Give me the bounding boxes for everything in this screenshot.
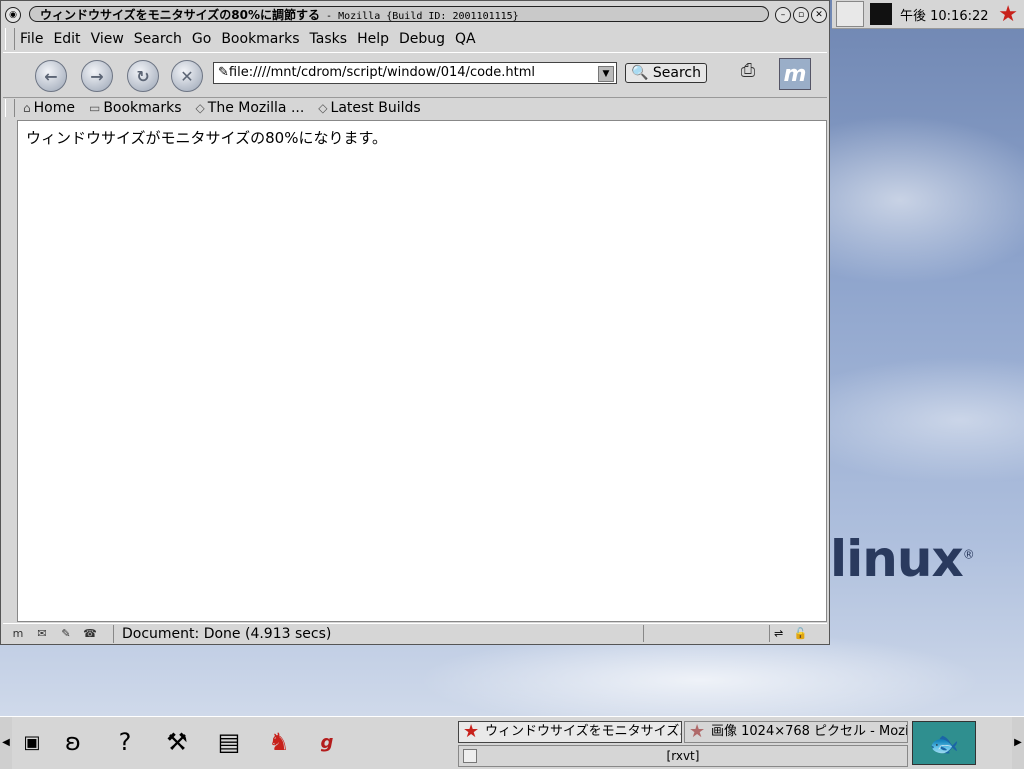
menu-search[interactable]: Search <box>129 31 187 47</box>
url-dropdown-icon[interactable]: ▼ <box>598 66 614 82</box>
panel-computer-icon[interactable]: ▣ <box>14 721 50 763</box>
menubar: File Edit View Search Go Bookmarks Tasks… <box>3 27 827 51</box>
panel-hide-right-icon[interactable]: ▶ <box>1012 717 1024 769</box>
print-icon[interactable]: ⎙ <box>729 60 767 86</box>
maximize-icon[interactable]: ▫ <box>793 7 809 23</box>
online-icon[interactable]: ⇌ <box>774 627 783 640</box>
mozilla-window: ◉ ウィンドウサイズをモニタサイズの80%に調節する - Mozilla {Bu… <box>0 0 830 645</box>
status-progress <box>643 625 768 642</box>
mozilla-star-icon: ★ <box>689 721 706 742</box>
bookmark-icon: ◇ <box>195 101 205 115</box>
window-menu-icon[interactable]: ◉ <box>5 7 21 23</box>
terminal-icon[interactable]: ▤ <box>208 721 250 763</box>
sidebar-grip[interactable] <box>3 120 15 622</box>
bookmark-folder[interactable]: ▭ Bookmarks <box>89 100 182 116</box>
top-panel: 午後 10:16:22 ★ <box>832 0 1024 29</box>
pager-icon[interactable] <box>870 3 892 25</box>
fish-applet-icon[interactable]: 🐟 <box>912 721 976 765</box>
forward-button[interactable]: → <box>81 60 113 92</box>
lock-icon[interactable]: 🔓 <box>794 627 808 640</box>
stop-button[interactable]: ✕ <box>171 60 203 92</box>
back-button[interactable]: ← <box>35 60 67 92</box>
folder-icon: ▭ <box>88 101 101 115</box>
page-content: ウィンドウサイズがモニタサイズの80%になります。 <box>17 120 827 622</box>
status-text: Document: Done (4.913 secs) <box>113 625 331 643</box>
panel-slot[interactable] <box>836 1 864 27</box>
minimize-icon[interactable]: – <box>775 7 791 23</box>
menu-edit[interactable]: Edit <box>48 31 85 47</box>
online-lock-area: ⇌ 🔓 <box>769 625 826 642</box>
menu-qa[interactable]: QA <box>450 31 481 47</box>
statusbar: m ✉ ✎ ☎ Document: Done (4.913 secs) ⇌ 🔓 <box>3 623 827 644</box>
search-button[interactable]: 🔍 Search <box>625 63 707 83</box>
menu-go[interactable]: Go <box>187 31 216 47</box>
bookmark-mozilla[interactable]: ◇ The Mozilla ... <box>196 100 305 116</box>
mozilla-icon[interactable]: ♞ <box>258 721 300 763</box>
stop-icon: ✕ <box>180 66 194 86</box>
titlebar[interactable]: ◉ ウィンドウサイズをモニタサイズの80%に調節する - Mozilla {Bu… <box>3 3 827 25</box>
close-icon[interactable]: ✕ <box>811 7 827 23</box>
redhat-star-icon[interactable]: ★ <box>998 2 1018 27</box>
linux-logo: linux® <box>830 530 975 588</box>
menu-bookmarks[interactable]: Bookmarks <box>216 31 304 47</box>
bookmark-latest-builds[interactable]: ◇ Latest Builds <box>318 100 420 116</box>
toolbox-icon[interactable]: ⚒ <box>156 721 198 763</box>
search-icon: 🔍 <box>631 65 649 81</box>
taskbar-item-image[interactable]: ★ 画像 1024×768 ピクセル - Mozil...] <box>684 721 908 743</box>
taskbar-item-mozilla[interactable]: ★ ウィンドウサイズをモニタサイズ... <box>458 721 682 743</box>
navigation-toolbar: ← → ↻ ✕ ✎file:////mnt/cdrom/script/windo… <box>3 52 827 98</box>
menu-help[interactable]: Help <box>352 31 394 47</box>
bookmark-icon: ◇ <box>318 101 328 115</box>
navigator-icon[interactable]: m <box>9 627 27 641</box>
address-book-icon[interactable]: ☎ <box>81 627 99 641</box>
mozilla-throbber-icon[interactable]: m <box>779 58 811 90</box>
page-icon: ✎ <box>218 65 229 80</box>
terminal-window-icon <box>463 749 477 763</box>
personal-toolbar: ⌂ Home ▭ Bookmarks ◇ The Mozilla ... ◇ Lates… <box>3 97 827 119</box>
bottom-panel: ◀ ▣ ʚ ? ⚒ ▤ ♞ g ★ ウィンドウサイズをモニタサイズ... ★ 画… <box>0 716 1024 769</box>
help-icon[interactable]: ? <box>104 721 146 763</box>
url-input[interactable]: ✎file:////mnt/cdrom/script/window/014/co… <box>213 62 617 84</box>
menu-tasks[interactable]: Tasks <box>305 31 353 47</box>
bookmark-home[interactable]: ⌂ Home <box>23 100 75 116</box>
menu-view[interactable]: View <box>86 31 129 47</box>
mail-icon[interactable]: ✉ <box>33 627 51 641</box>
panel-hide-left-icon[interactable]: ◀ <box>0 717 12 769</box>
mozilla-star-icon: ★ <box>463 721 480 742</box>
gedit-icon[interactable]: g <box>306 721 348 763</box>
toolbar-grip[interactable] <box>5 28 15 50</box>
menu-file[interactable]: File <box>15 31 48 47</box>
back-arrow-icon: ← <box>44 66 58 86</box>
home-icon: ⌂ <box>23 101 31 115</box>
composer-icon[interactable]: ✎ <box>57 627 75 641</box>
content-text: ウィンドウサイズがモニタサイズの80%になります。 <box>26 129 387 147</box>
toolbar-grip[interactable] <box>5 99 15 117</box>
window-title: ウィンドウサイズをモニタサイズの80%に調節する - Mozilla {Buil… <box>29 6 769 22</box>
clock: 午後 10:16:22 <box>900 8 989 24</box>
gnome-foot-icon[interactable]: ʚ <box>52 721 94 763</box>
taskbar-item-rxvt[interactable]: [rxvt] <box>458 745 908 767</box>
menu-debug[interactable]: Debug <box>394 31 450 47</box>
reload-button[interactable]: ↻ <box>127 60 159 92</box>
forward-arrow-icon: → <box>90 66 104 86</box>
reload-icon: ↻ <box>136 66 150 86</box>
